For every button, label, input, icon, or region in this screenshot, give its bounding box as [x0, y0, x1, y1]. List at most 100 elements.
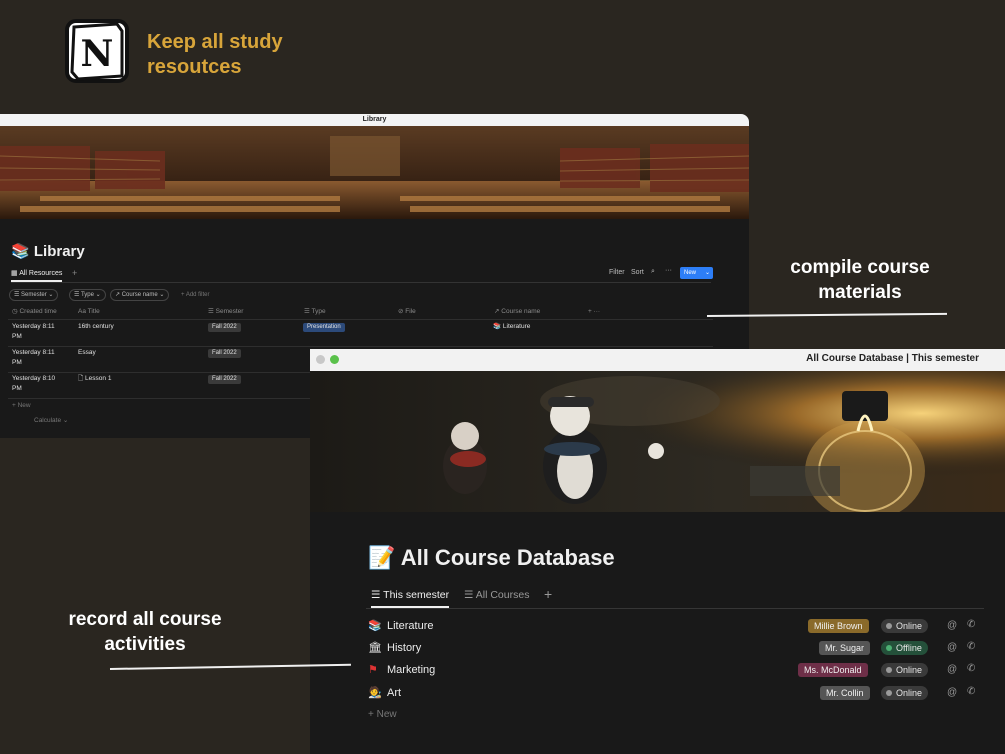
add-column-icon[interactable]: + ···: [588, 307, 600, 317]
column-header[interactable]: ◷ Created time: [12, 307, 57, 317]
column-header[interactable]: ↗ Course name: [494, 307, 540, 317]
tagline-line-1: Keep all study: [147, 31, 283, 53]
add-view-icon[interactable]: +: [72, 268, 77, 278]
filter-button[interactable]: Filter: [609, 269, 625, 276]
teacher-tag: Ms. McDonald: [798, 663, 868, 677]
course-window-title: All Course Database | This semester: [806, 353, 979, 364]
sort-button[interactable]: Sort: [631, 269, 644, 276]
list-item[interactable]: 🏛 History Mr. Sugar Offline @ ✆: [366, 638, 984, 660]
tab-all-resources[interactable]: ▦ All Resources: [11, 269, 63, 282]
phone-icon[interactable]: ✆: [967, 619, 975, 630]
status-badge: Online: [881, 619, 929, 633]
at-icon[interactable]: @: [947, 664, 957, 675]
course-name[interactable]: History: [387, 642, 421, 654]
library-title-text: Library: [33, 243, 85, 260]
list-item[interactable]: 🧑‍🎨 Art Mr. Collin Online @ ✆: [366, 683, 984, 705]
phone-icon[interactable]: ✆: [967, 641, 975, 652]
course-page-title: 📝 All Course Database: [368, 545, 615, 571]
at-icon[interactable]: @: [947, 642, 957, 653]
new-button-label: New: [684, 270, 697, 276]
status-dot-icon: [886, 622, 892, 629]
course-new-row-button[interactable]: + New: [368, 709, 397, 720]
status-badge: Online: [881, 663, 929, 677]
title-cell[interactable]: Essay: [78, 348, 96, 358]
library-page-title: 📚 Library: [11, 242, 85, 260]
chevron-down-icon[interactable]: ⌄: [705, 267, 710, 279]
title-cell[interactable]: 16th century: [78, 322, 114, 332]
phone-icon[interactable]: ✆: [967, 663, 975, 674]
tagline-line-2: resoutces: [147, 56, 242, 78]
tab-this-semester-label: This semester: [383, 589, 450, 601]
books-icon: 📚: [11, 243, 30, 260]
at-icon[interactable]: @: [947, 687, 957, 698]
add-filter-button[interactable]: + Add filter: [176, 289, 215, 301]
type-filter-chip[interactable]: ☰ Type ⌄: [69, 289, 106, 301]
status-dot-icon: [886, 644, 892, 651]
library-new-row-button[interactable]: + New: [12, 401, 31, 411]
list-item[interactable]: 📚 Literature Millie Brown Online @ ✆: [366, 616, 984, 638]
tagline: Keep all study resoutces: [147, 30, 347, 80]
table-icon: ▦: [11, 270, 18, 277]
table-header-row: ◷ Created time Aa Title ☰ Semester ☰ Typ…: [8, 307, 713, 320]
document-icon: 🗋: [78, 375, 84, 382]
notion-logo: N: [65, 19, 129, 83]
column-header[interactable]: ⊘ File: [398, 307, 416, 317]
tab-all-courses-label: All Courses: [475, 589, 530, 601]
window-close-button[interactable]: [316, 355, 325, 364]
column-header[interactable]: ☰ Type: [304, 307, 326, 317]
course-window-titlebar: All Course Database | This semester: [310, 349, 1005, 371]
semester-cell: Fall 2022: [208, 348, 241, 358]
tab-all-resources-label: All Resources: [19, 270, 63, 277]
classical-building-icon: 🏛: [368, 642, 382, 654]
type-cell: Presentation: [303, 322, 345, 332]
status-badge: Online: [881, 686, 929, 700]
compile-materials-callout: compile course materials: [770, 255, 950, 305]
books-icon: 📚: [368, 620, 382, 632]
created-time-cell: Yesterday 8:10 PM: [12, 375, 56, 392]
course-name[interactable]: Art: [387, 687, 401, 699]
semester-cell: Fall 2022: [208, 322, 241, 332]
callout-line: record all course: [68, 609, 222, 630]
callout-line: materials: [818, 282, 902, 303]
teacher-tag: Mr. Sugar: [819, 641, 871, 655]
tab-all-courses[interactable]: ☰ All Courses: [464, 589, 529, 601]
semester-cell: Fall 2022: [208, 374, 241, 384]
semester-filter-chip[interactable]: ☰ Semester ⌄: [9, 289, 59, 301]
tab-this-semester[interactable]: ☰ This semester: [371, 589, 450, 608]
red-flag-icon: ⚑: [368, 664, 378, 676]
created-time-cell: Yesterday 8:11 PM: [12, 349, 55, 366]
course-cover-image: [310, 371, 1005, 512]
status-badge: Offline: [881, 641, 928, 655]
course-view-tabs: ☰ This semester ☰ All Courses +: [366, 586, 984, 609]
course-database-window: All Course Database | This semester 📝 Al…: [310, 349, 1005, 754]
table-row[interactable]: Yesterday 8:11 PM 16th century Fall 2022 …: [8, 320, 713, 347]
list-icon: ☰: [464, 589, 474, 601]
list-icon: ☰: [371, 589, 381, 601]
column-header[interactable]: ☰ Semester: [208, 307, 243, 317]
library-cover-image: [0, 126, 749, 219]
course-name[interactable]: Marketing: [387, 664, 435, 676]
list-item[interactable]: ⚑ Marketing Ms. McDonald Online @ ✆: [366, 660, 984, 682]
course-name[interactable]: Literature: [387, 620, 433, 632]
at-icon[interactable]: @: [947, 620, 957, 631]
title-cell[interactable]: 🗋 Lesson 1: [78, 374, 111, 384]
library-view-tabs: ▦ All Resources + Filter Sort ⌕ ··· New …: [11, 267, 713, 283]
artist-icon: 🧑‍🎨: [368, 687, 382, 699]
window-zoom-button[interactable]: [330, 355, 339, 364]
teacher-tag: Mr. Collin: [820, 686, 870, 700]
add-view-icon[interactable]: +: [544, 586, 552, 602]
more-icon[interactable]: ···: [665, 267, 672, 274]
status-dot-icon: [886, 689, 892, 696]
course-cell[interactable]: 📚 Literature: [493, 322, 530, 332]
logo-letter: N: [81, 33, 114, 75]
memo-icon: 📝: [368, 545, 396, 570]
new-button[interactable]: New ⌄: [680, 267, 713, 279]
status-dot-icon: [886, 666, 892, 673]
record-activities-callout: record all course activities: [50, 607, 240, 657]
teacher-tag: Millie Brown: [808, 619, 869, 633]
search-icon[interactable]: ⌕: [651, 268, 655, 276]
column-header[interactable]: Aa Title: [78, 307, 100, 317]
phone-icon[interactable]: ✆: [967, 686, 975, 697]
course-filter-chip[interactable]: ↗ Course name ⌄: [110, 289, 170, 301]
calculate-button[interactable]: Calculate ⌄: [34, 416, 68, 426]
